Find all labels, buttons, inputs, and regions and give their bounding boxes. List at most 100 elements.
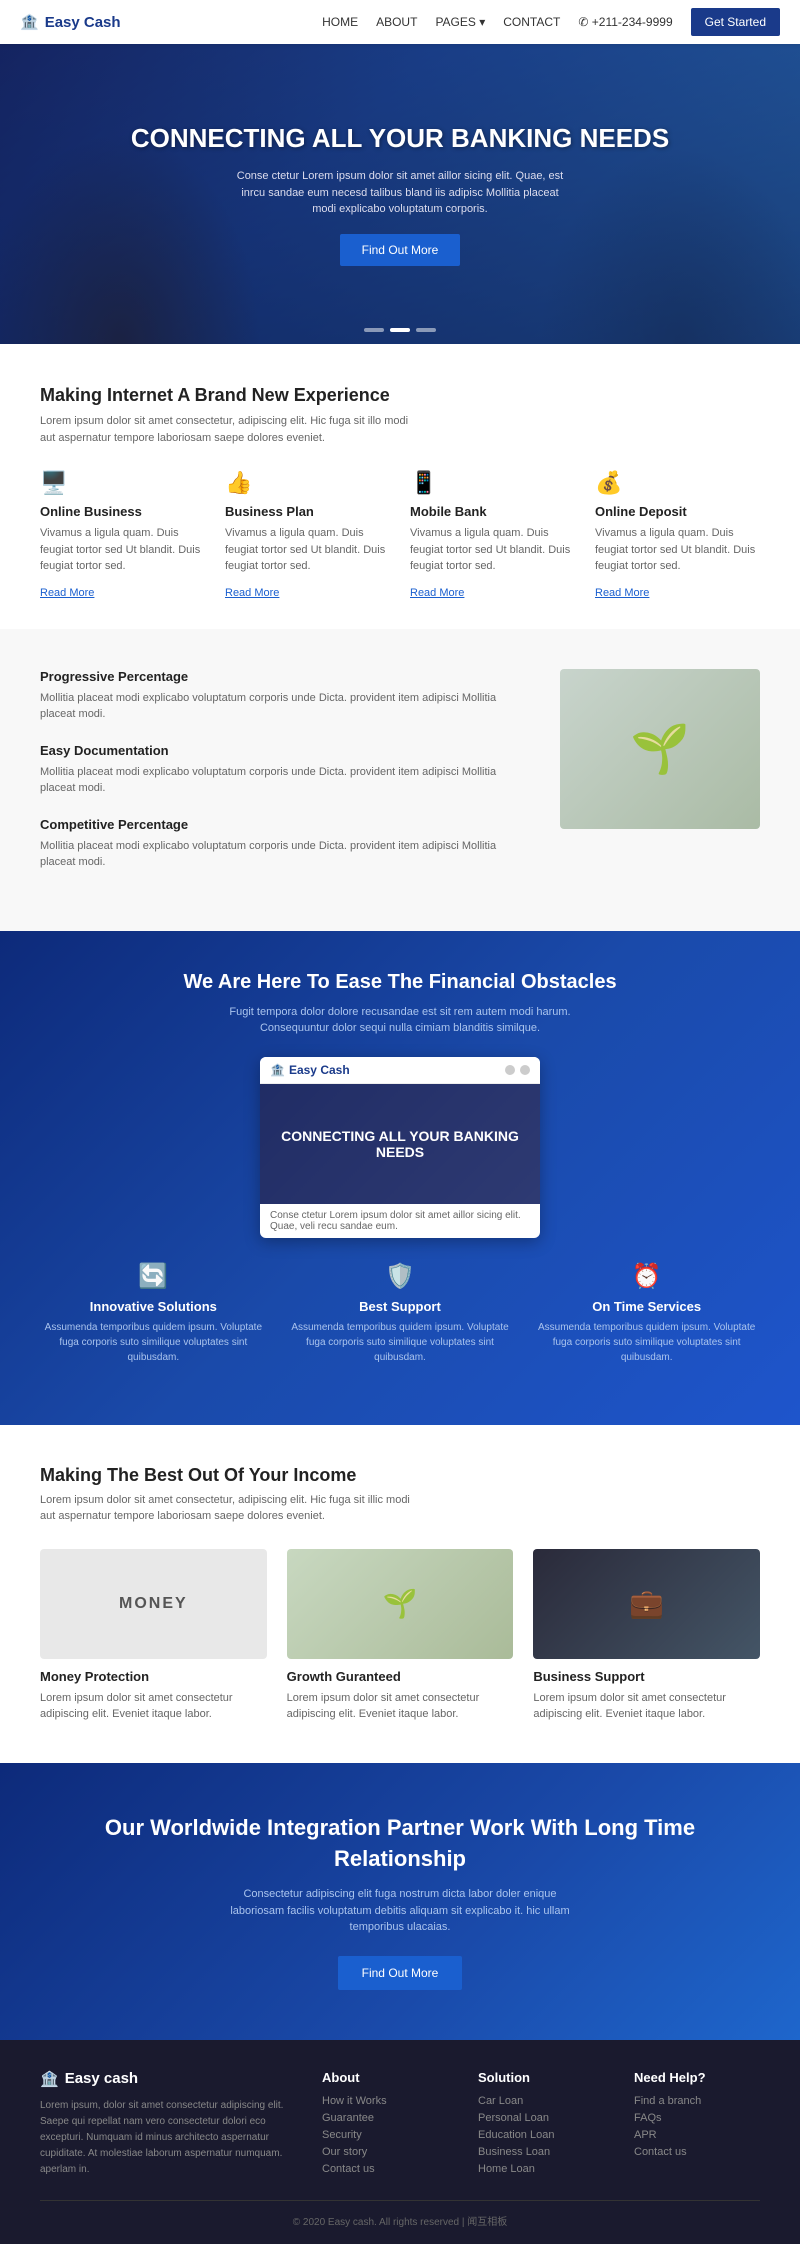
footer-link-security[interactable]: Security	[322, 2129, 448, 2141]
video-heading: CONNECTING ALL YOUR BANKING NEEDS	[270, 1128, 530, 1160]
footer-copyright: © 2020 Easy cash. All rights reserved | …	[40, 2200, 760, 2228]
info-section: Progressive Percentage Mollitia placeat …	[0, 629, 800, 931]
blue-feature-title-0: Innovative Solutions	[40, 1299, 267, 1314]
footer-logo: 🏦 Easy cash	[40, 2070, 292, 2088]
business-image: 💼	[533, 1549, 760, 1659]
footer-link-personal-loan[interactable]: Personal Loan	[478, 2112, 604, 2124]
feature-title-2: Mobile Bank	[410, 504, 575, 519]
hero-dots	[364, 328, 436, 332]
income-section: Making The Best Out Of Your Income Lorem…	[0, 1425, 800, 1763]
feature-title-1: Business Plan	[225, 504, 390, 519]
income-title-1: Growth Guranteed	[287, 1669, 514, 1684]
income-desc-1: Lorem ipsum dolor sit amet consectetur a…	[287, 1690, 514, 1723]
footer-about-title: About	[322, 2070, 448, 2085]
footer-link-contact-us[interactable]: Contact us	[634, 2146, 760, 2158]
nav-contact[interactable]: CONTACT	[503, 15, 560, 29]
nav-home[interactable]: HOME	[322, 15, 358, 29]
nav-links: HOME ABOUT PAGES ▾ CONTACT ✆ +211-234-99…	[322, 8, 780, 36]
footer-link-home-loan[interactable]: Home Loan	[478, 2163, 604, 2175]
footer-help: Need Help? Find a branch FAQs APR Contac…	[634, 2070, 760, 2180]
footer-link-apr[interactable]: APR	[634, 2129, 760, 2141]
blue-desc: Fugit tempora dolor dolore recusandae es…	[210, 1004, 590, 1037]
footer-link-guarantee[interactable]: Guarantee	[322, 2112, 448, 2124]
footer-link-business-loan[interactable]: Business Loan	[478, 2146, 604, 2158]
navigation: 🏦 Easy Cash HOME ABOUT PAGES ▾ CONTACT ✆…	[0, 0, 800, 44]
info-title-2: Competitive Percentage	[40, 817, 520, 832]
video-card: 🏦 Easy Cash CONNECTING ALL YOUR BANKING …	[260, 1057, 540, 1238]
info-desc-2: Mollitia placeat modi explicabo voluptat…	[40, 838, 520, 871]
video-logo-icon: 🏦	[270, 1063, 285, 1077]
features-grid: 🖥️ Online Business Vivamus a ligula quam…	[40, 470, 760, 599]
feature-title-3: Online Deposit	[595, 504, 760, 519]
hero-heading: CONNECTING ALL YOUR BANKING NEEDS	[131, 122, 669, 156]
money-image: MONEY	[40, 1549, 267, 1659]
cta-heading: Our Worldwide Integration Partner Work W…	[40, 1813, 760, 1875]
info-right: 🌱	[560, 669, 760, 829]
info-desc-1: Mollitia placeat modi explicabo voluptat…	[40, 764, 520, 797]
footer-help-list: Find a branch FAQs APR Contact us	[634, 2095, 760, 2158]
video-card-header: 🏦 Easy Cash	[260, 1057, 540, 1084]
plant-icon: 🌱	[630, 720, 690, 777]
info-item-0: Progressive Percentage Mollitia placeat …	[40, 669, 520, 723]
nav-pages[interactable]: PAGES ▾	[435, 15, 485, 29]
hero-dot-3[interactable]	[416, 328, 436, 332]
blue-feature-0: 🔄 Innovative Solutions Assumenda tempori…	[40, 1262, 267, 1385]
get-started-button[interactable]: Get Started	[691, 8, 780, 36]
blue-feature-desc-2: Assumenda temporibus quidem ipsum. Volup…	[533, 1320, 760, 1365]
feature-online-business: 🖥️ Online Business Vivamus a ligula quam…	[40, 470, 205, 599]
cta-button[interactable]: Find Out More	[338, 1956, 463, 1990]
info-title-1: Easy Documentation	[40, 743, 520, 758]
footer-link-contact[interactable]: Contact us	[322, 2163, 448, 2175]
video-ctrl-1[interactable]	[505, 1065, 515, 1075]
blue-features-grid: 🔄 Innovative Solutions Assumenda tempori…	[40, 1262, 760, 1385]
hero-dot-1[interactable]	[364, 328, 384, 332]
cta-desc: Consectetur adipiscing elit fuga nostrum…	[230, 1886, 570, 1936]
feature-desc-0: Vivamus a ligula quam. Duis feugiat tort…	[40, 525, 205, 575]
blue-feature-title-2: On Time Services	[533, 1299, 760, 1314]
blue-feature-title-1: Best Support	[287, 1299, 514, 1314]
footer-link-faq[interactable]: FAQs	[634, 2112, 760, 2124]
footer-link-find-branch[interactable]: Find a branch	[634, 2095, 760, 2107]
read-more-3[interactable]: Read More	[595, 587, 649, 599]
footer-link-story[interactable]: Our story	[322, 2146, 448, 2158]
mobile-bank-icon: 📱	[410, 470, 575, 496]
footer: 🏦 Easy cash Lorem ipsum, dolor sit amet …	[0, 2040, 800, 2244]
blue-feature-2: ⏰ On Time Services Assumenda temporibus …	[533, 1262, 760, 1385]
find-out-more-button[interactable]: Find Out More	[340, 234, 461, 266]
nav-about[interactable]: ABOUT	[376, 15, 417, 29]
footer-link-car-loan[interactable]: Car Loan	[478, 2095, 604, 2107]
info-title-0: Progressive Percentage	[40, 669, 520, 684]
blue-feature-desc-1: Assumenda temporibus quidem ipsum. Volup…	[287, 1320, 514, 1365]
online-business-icon: 🖥️	[40, 470, 205, 496]
footer-link-how-it-works[interactable]: How it Works	[322, 2095, 448, 2107]
features-heading: Making Internet A Brand New Experience	[40, 384, 760, 407]
footer-link-education-loan[interactable]: Education Loan	[478, 2129, 604, 2141]
hero-dot-2[interactable]	[390, 328, 410, 332]
read-more-1[interactable]: Read More	[225, 587, 279, 599]
blue-feature-desc-0: Assumenda temporibus quidem ipsum. Volup…	[40, 1320, 267, 1365]
online-deposit-icon: 💰	[595, 470, 760, 496]
info-image: 🌱	[560, 669, 760, 829]
feature-desc-3: Vivamus a ligula quam. Duis feugiat tort…	[595, 525, 760, 575]
video-card-logo: 🏦 Easy Cash	[270, 1063, 350, 1077]
video-ctrl-2[interactable]	[520, 1065, 530, 1075]
read-more-0[interactable]: Read More	[40, 587, 94, 599]
income-desc-2: Lorem ipsum dolor sit amet consectetur a…	[533, 1690, 760, 1723]
feature-online-deposit: 💰 Online Deposit Vivamus a ligula quam. …	[595, 470, 760, 599]
feature-business-plan: 👍 Business Plan Vivamus a ligula quam. D…	[225, 470, 390, 599]
income-title-2: Business Support	[533, 1669, 760, 1684]
hero-desc: Conse ctetur Lorem ipsum dolor sit amet …	[230, 168, 570, 218]
read-more-2[interactable]: Read More	[410, 587, 464, 599]
blue-feature-1: 🛡️ Best Support Assumenda temporibus qui…	[287, 1262, 514, 1385]
income-sub: Lorem ipsum dolor sit amet consectetur, …	[40, 1492, 420, 1525]
logo[interactable]: 🏦 Easy Cash	[20, 13, 121, 31]
video-card-controls	[505, 1065, 530, 1075]
nav-phone: ✆ +211-234-9999	[578, 15, 672, 29]
video-thumbnail[interactable]: CONNECTING ALL YOUR BANKING NEEDS	[260, 1084, 540, 1204]
blue-section: We Are Here To Ease The Financial Obstac…	[0, 931, 800, 1425]
income-title-0: Money Protection	[40, 1669, 267, 1684]
footer-solution-list: Car Loan Personal Loan Education Loan Bu…	[478, 2095, 604, 2175]
footer-solution-title: Solution	[478, 2070, 604, 2085]
features-sub: Lorem ipsum dolor sit amet consectetur, …	[40, 413, 420, 446]
income-heading: Making The Best Out Of Your Income	[40, 1465, 760, 1486]
